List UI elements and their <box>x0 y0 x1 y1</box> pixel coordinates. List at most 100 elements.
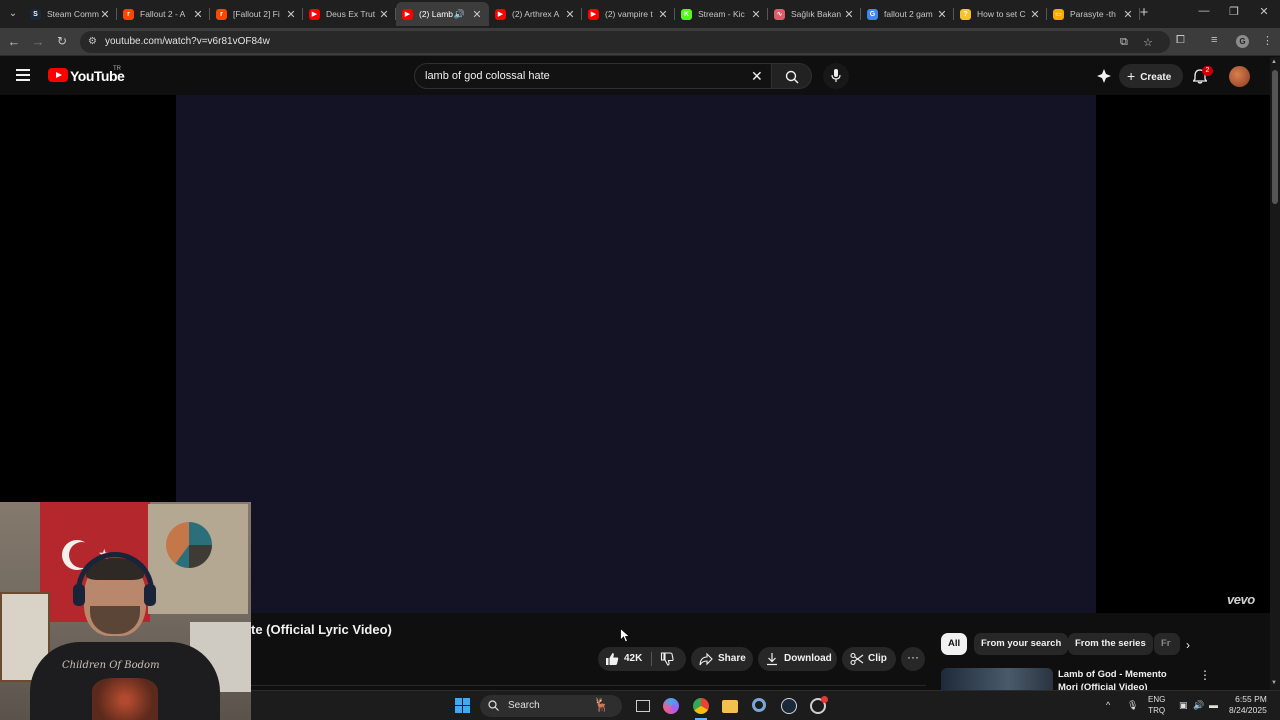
browser-tab[interactable]: ∿ Sağlık Bakan ✕ <box>768 2 861 26</box>
recommendation-title[interactable]: Lamb of God - Memento Mori (Official Vid… <box>1058 668 1188 690</box>
volume-icon[interactable]: 🔊 <box>1193 700 1204 711</box>
search-input[interactable]: lamb of god colossal hate <box>425 70 550 82</box>
tab-close-icon[interactable]: ✕ <box>564 8 576 21</box>
browser-tab[interactable]: ▶ (2) Arthrex A ✕ <box>489 2 582 26</box>
back-icon[interactable]: ← <box>6 34 22 49</box>
taskbar-search[interactable]: Search 🦌 <box>480 695 622 717</box>
chip-next-chevron-icon[interactable]: › <box>1186 638 1190 652</box>
tab-close-icon[interactable]: ✕ <box>1029 8 1041 21</box>
bookmark-star-icon[interactable]: ☆ <box>1143 36 1153 49</box>
recommendation-thumbnail[interactable] <box>941 668 1053 690</box>
tab-title: Deus Ex Trut <box>326 9 376 19</box>
file-explorer-icon[interactable] <box>722 700 738 713</box>
profile-avatar[interactable]: G <box>1236 35 1249 48</box>
browser-tab[interactable]: r Fallout 2 - A ✕ <box>117 2 210 26</box>
clock-time: 6:55 PM <box>1235 694 1267 704</box>
battery-icon[interactable]: ▬ <box>1209 700 1218 710</box>
browser-tab[interactable]: K Stream - Kic ✕ <box>675 2 768 26</box>
browser-tab[interactable]: ? How to set C ✕ <box>954 2 1047 26</box>
tab-favicon-icon: ∿ <box>774 8 785 20</box>
extensions-icon[interactable]: ⧠ <box>1176 34 1185 47</box>
download-button[interactable]: Download <box>758 647 837 671</box>
tab-close-icon[interactable]: ✕ <box>843 8 855 21</box>
browser-tab[interactable]: S Steam Comm ✕ <box>24 2 117 26</box>
create-button[interactable]: + Create <box>1119 64 1183 88</box>
chip-truncated[interactable]: Fr <box>1154 633 1180 655</box>
browser-tab[interactable]: ▶ Deus Ex Trut ✕ <box>303 2 396 26</box>
tab-close-icon[interactable]: ✕ <box>192 8 204 21</box>
like-icon[interactable] <box>605 652 619 666</box>
tab-favicon-icon: K <box>681 8 692 20</box>
poster-circle-art <box>166 522 212 568</box>
media-controls-icon[interactable]: ≡ <box>1211 34 1217 46</box>
tab-title: Fallout 2 - A <box>140 9 186 19</box>
scroll-up-icon[interactable]: ▲ <box>1271 59 1277 65</box>
tab-audio-icon[interactable]: 🔊 <box>454 9 465 20</box>
reload-icon[interactable]: ↻ <box>54 34 70 48</box>
tab-favicon-icon: G <box>867 8 878 20</box>
chip-from-the-series[interactable]: From the series <box>1068 633 1153 655</box>
scrollbar-thumb[interactable] <box>1272 70 1278 204</box>
shirt-print <box>92 678 158 720</box>
browser-tab[interactable]: Gfallout 2 gam ✕ <box>861 2 954 26</box>
install-app-icon[interactable]: ⧉ <box>1120 36 1128 49</box>
tab-favicon-icon: ▭ <box>1053 8 1064 20</box>
site-info-icon[interactable]: ⚙ <box>88 36 97 47</box>
browser-tab[interactable]: ▶ (2) vampire t ✕ <box>582 2 675 26</box>
sparkle-icon[interactable] <box>1097 69 1111 83</box>
restore-icon[interactable]: ❐ <box>1226 5 1242 18</box>
voice-search-button[interactable] <box>823 63 849 89</box>
url-text[interactable]: youtube.com/watch?v=v6r81vOF84w <box>105 36 270 47</box>
dislike-icon[interactable] <box>660 652 674 666</box>
tab-close-icon[interactable]: ✕ <box>471 8 483 21</box>
new-tab-button[interactable]: + <box>1135 4 1153 22</box>
tab-title: (2) vampire t <box>605 9 653 19</box>
like-count[interactable]: 42K <box>624 647 642 671</box>
share-label: Share <box>718 653 746 664</box>
chip-from-your-search[interactable]: From your search <box>974 633 1069 655</box>
tab-close-icon[interactable]: ✕ <box>657 8 669 21</box>
region-code: TR <box>113 66 121 72</box>
forward-icon[interactable]: → <box>30 34 46 49</box>
chrome-menu-icon[interactable]: ⋮ <box>1262 34 1273 47</box>
settings-gear-icon[interactable] <box>752 698 766 712</box>
browser-tab[interactable]: ▶ (2) Lamb 🔊 ✕ <box>396 2 489 26</box>
system-clock[interactable]: 6:55 PM 8/24/2025 <box>1229 694 1267 716</box>
account-avatar[interactable] <box>1229 66 1250 87</box>
steam-taskbar-icon[interactable] <box>781 698 797 714</box>
tab-close-icon[interactable]: ✕ <box>936 8 948 21</box>
share-button[interactable]: Share <box>691 647 753 671</box>
tab-favicon-icon: S <box>30 8 41 20</box>
scroll-down-icon[interactable]: ▼ <box>1271 680 1277 686</box>
guide-menu-icon[interactable] <box>16 69 30 81</box>
recommendation-more-icon[interactable]: ⋮ <box>1199 668 1211 682</box>
network-icon[interactable]: ▣ <box>1179 700 1188 711</box>
chrome-taskbar-icon[interactable] <box>693 698 709 714</box>
clear-search-icon[interactable]: ✕ <box>751 68 763 85</box>
windows-start-icon[interactable] <box>455 698 471 714</box>
search-button[interactable] <box>772 63 812 89</box>
tray-chevron-icon[interactable]: ^ <box>1106 700 1110 710</box>
input-language[interactable]: ENG TRQ <box>1148 694 1165 716</box>
tab-close-icon[interactable]: ✕ <box>378 8 390 21</box>
minimize-icon[interactable]: — <box>1196 5 1212 17</box>
more-actions-button[interactable]: ··· <box>901 647 925 671</box>
chip-all[interactable]: All <box>941 633 968 655</box>
address-bar[interactable]: ⚙ youtube.com/watch?v=v6r81vOF84w ⧉ ☆ <box>80 31 1170 53</box>
search-box[interactable]: lamb of god colossal hate ✕ <box>414 63 772 89</box>
tab-close-icon[interactable]: ✕ <box>99 8 111 21</box>
browser-tab[interactable]: ▭ Parasyte -th ✕ <box>1047 2 1140 26</box>
tab-search-dropdown-icon[interactable]: ⌄ <box>4 5 22 23</box>
youtube-logo-icon[interactable] <box>48 68 68 82</box>
copilot-icon[interactable] <box>663 698 679 714</box>
tab-close-icon[interactable]: ✕ <box>285 8 297 21</box>
clip-button[interactable]: Clip <box>842 647 896 671</box>
tab-title: How to set C <box>977 9 1026 19</box>
browser-tab[interactable]: r [Fallout 2] Fi ✕ <box>210 2 303 26</box>
tab-close-icon[interactable]: ✕ <box>1122 8 1134 21</box>
tray-microphone-icon[interactable]: 🎙 <box>1127 700 1138 711</box>
video-player[interactable] <box>176 95 1096 613</box>
close-window-icon[interactable]: ✕ <box>1256 5 1272 18</box>
tab-close-icon[interactable]: ✕ <box>750 8 762 21</box>
task-view-icon[interactable] <box>636 700 650 712</box>
